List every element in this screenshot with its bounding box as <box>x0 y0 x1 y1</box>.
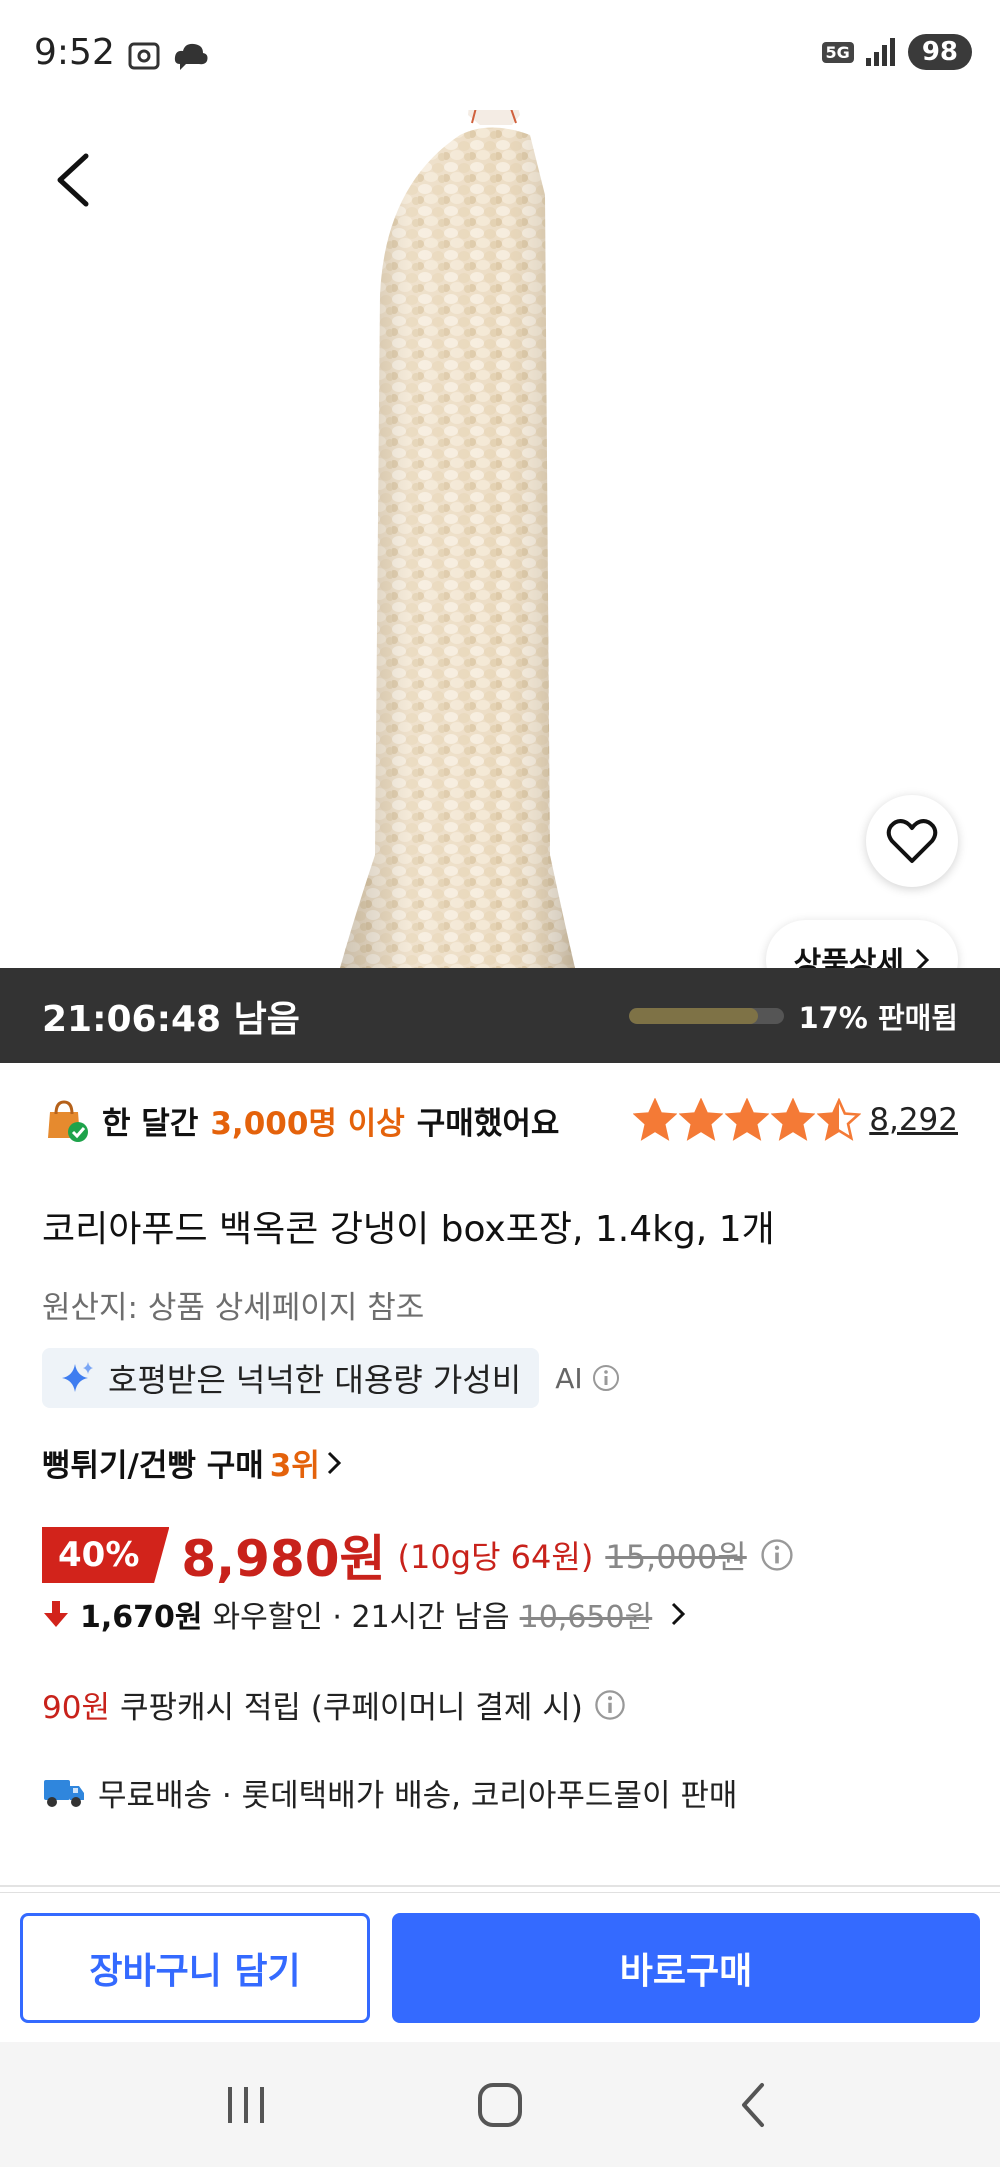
rating-stars <box>633 1098 862 1142</box>
ai-summary-chip: 호평받은 넉넉한 대용량 가성비 <box>42 1348 540 1408</box>
wow-compare-price: 10,650원 <box>519 1600 653 1635</box>
sparkle-icon <box>62 1362 93 1392</box>
ai-label: AI <box>555 1361 583 1395</box>
sold-progress: 17% 판매됨 <box>629 995 958 1037</box>
battery-indicator: 98 <box>907 34 972 70</box>
product-title: 코리아푸드 백옥콘 강냉이 box포장, 1.4kg, 1개 <box>42 1209 775 1250</box>
cash-reward-amount: 90원 <box>42 1690 110 1726</box>
product-image <box>340 95 575 968</box>
star-icon <box>817 1098 862 1141</box>
status-notification-icons <box>126 38 210 74</box>
star-icon <box>679 1098 724 1141</box>
shipping-row: 무료배송 · 롯데택배가 배송, 코리아푸드몰이 판매 <box>42 1770 958 1815</box>
rank-position: 3위 <box>269 1448 320 1484</box>
recent-apps-button[interactable] <box>207 2075 287 2135</box>
wishlist-button[interactable] <box>866 795 958 887</box>
recent-apps-icon <box>227 2086 264 2123</box>
star-icon <box>725 1098 770 1141</box>
home-button[interactable] <box>460 2075 540 2135</box>
back-icon <box>742 2082 765 2127</box>
product-detail-label: 상품상세 <box>793 946 904 968</box>
heart-icon <box>886 819 938 863</box>
bottom-action-bar: 장바구니 담기 바로구매 <box>0 1892 1000 2042</box>
cash-reward-row: 90원 쿠팡캐시 적립 (쿠페이머니 결제 시) <box>42 1682 958 1727</box>
ai-info[interactable]: AI <box>555 1362 620 1395</box>
chat-cloud-icon <box>174 43 208 70</box>
signal-icon <box>865 38 895 66</box>
monthly-buyers: 한 달간 3,000명 이상 구매했어요 <box>42 1096 559 1144</box>
buy-now-button[interactable]: 바로구매 <box>392 1912 980 2023</box>
deal-time-remaining: 21:06:48 남음 <box>42 998 300 1040</box>
ai-summary-text: 호평받은 넉넉한 대용량 가성비 <box>108 1361 522 1399</box>
delivery-truck-icon <box>44 1779 84 1807</box>
arrow-down-icon <box>44 1601 68 1627</box>
shipping-text: 무료배송 · 롯데택배가 배송, 코리아푸드몰이 판매 <box>98 1778 738 1814</box>
system-nav-bar <box>0 2042 1000 2167</box>
rank-category: 뻥튀기/건빵 구매 <box>42 1448 264 1484</box>
product-detail-button[interactable]: 상품상세 <box>765 920 958 968</box>
ai-summary-row: 호평받은 넉넉한 대용량 가성비 AI <box>42 1348 958 1408</box>
status-right: 5G 98 <box>821 34 972 70</box>
buyers-prefix: 한 달간 <box>102 1105 199 1142</box>
star-icon <box>771 1098 816 1141</box>
sold-progress-track <box>629 1007 785 1024</box>
shopping-bag-check-icon <box>48 1100 88 1142</box>
deal-timer-bar: 21:06:48 남음 17% 판매됨 <box>0 968 1000 1063</box>
unit-price: (10g당 64원) <box>397 1538 594 1576</box>
sold-percent-label: 17% 판매됨 <box>798 1000 958 1035</box>
home-icon <box>477 2082 522 2127</box>
original-price: 15,000원 <box>605 1538 747 1576</box>
info-icon <box>592 1365 619 1391</box>
price-row: 40% 8,980원 (10g당 64원) 15,000원 <box>42 1525 958 1588</box>
price-info-icon[interactable] <box>759 1537 795 1573</box>
status-time: 9:52 <box>34 32 115 73</box>
status-bar: 9:52 5G 98 <box>0 0 1000 110</box>
sold-progress-fill <box>629 1007 759 1024</box>
back-button[interactable] <box>48 150 98 210</box>
cash-info-icon[interactable] <box>593 1688 627 1722</box>
chevron-right-icon <box>915 948 930 968</box>
add-to-cart-button[interactable]: 장바구니 담기 <box>20 1912 370 2023</box>
buyers-count: 3,000명 이상 <box>210 1105 405 1142</box>
chevron-right-icon <box>327 1451 341 1474</box>
rating[interactable]: 8,292 <box>633 1098 958 1142</box>
product-image-carousel[interactable]: 상품상세 <box>0 95 1000 968</box>
review-count-link[interactable]: 8,292 <box>869 1102 958 1138</box>
chevron-right-icon <box>672 1602 686 1626</box>
buyers-rating-row: 한 달간 3,000명 이상 구매했어요 8,292 <box>42 1090 958 1150</box>
product-origin: 원산지: 상품 상세페이지 참조 <box>42 1290 425 1326</box>
cash-reward-text: 쿠팡캐시 적립 (쿠페이머니 결제 시) <box>119 1690 583 1726</box>
system-back-button[interactable] <box>713 2075 793 2135</box>
wow-discount-label: 와우할인 · 21시간 남음 <box>212 1600 510 1635</box>
network-type: 5G <box>821 41 854 63</box>
wow-discount-row[interactable]: 1,670원 와우할인 · 21시간 남음 10,650원 <box>42 1592 958 1636</box>
buyers-suffix: 구매했어요 <box>416 1105 560 1142</box>
discount-badge: 40% <box>42 1527 170 1583</box>
star-icon <box>633 1098 678 1141</box>
divider <box>0 1885 1000 1887</box>
sale-price: 8,980원 <box>181 1530 386 1588</box>
category-rank-link[interactable]: 뻥튀기/건빵 구매 3위 <box>42 1440 958 1485</box>
screenshot-icon <box>128 42 160 70</box>
wow-discount-amount: 1,670원 <box>80 1600 203 1635</box>
